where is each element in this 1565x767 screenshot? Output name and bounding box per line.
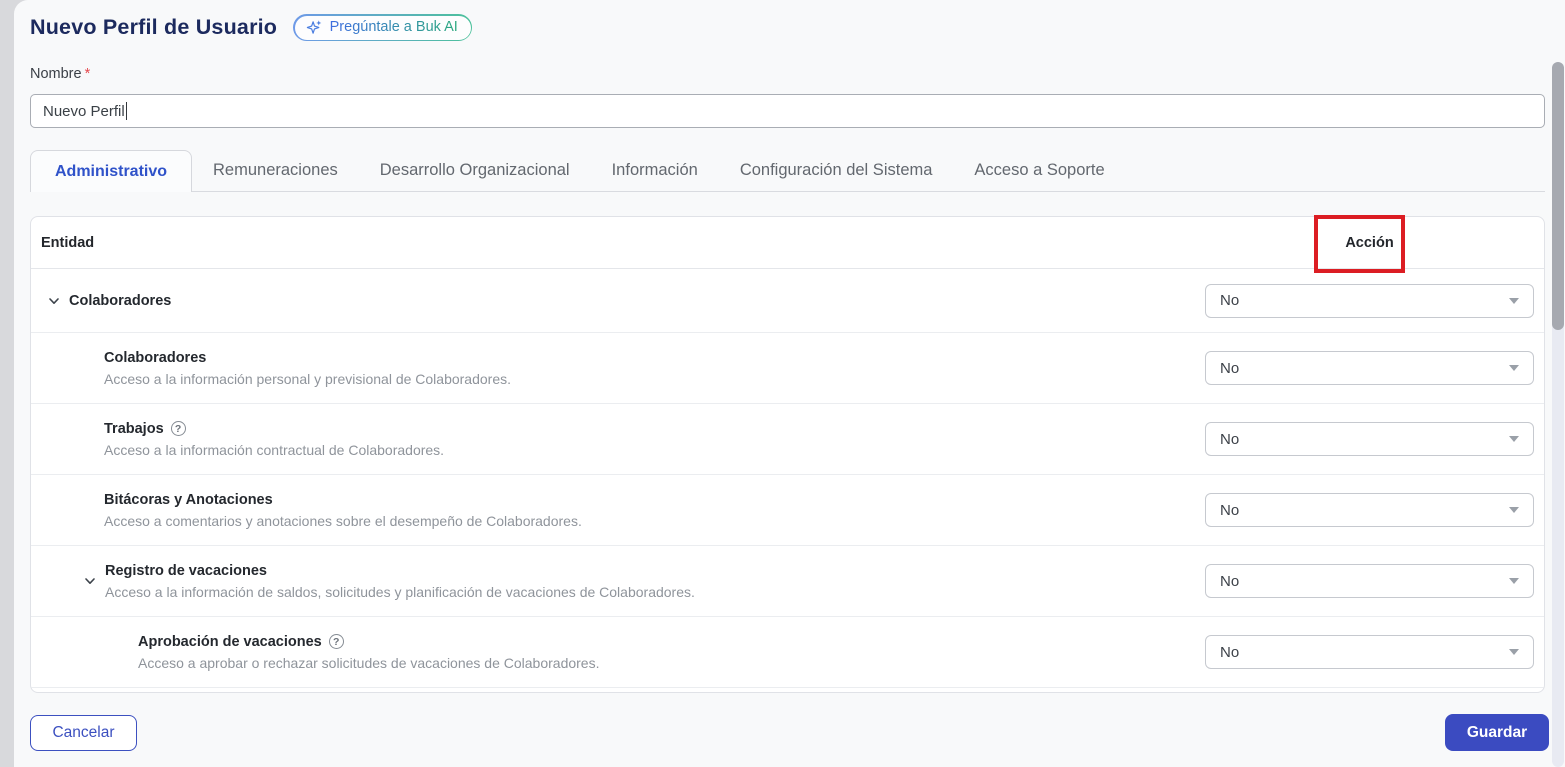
save-button[interactable]: Guardar [1445, 714, 1549, 751]
ask-buk-ai-label: Pregúntale a Buk AI [329, 19, 458, 35]
chevron-down-icon[interactable] [47, 294, 61, 308]
tab-informacion[interactable]: Información [591, 150, 719, 191]
action-select[interactable]: No [1205, 493, 1534, 527]
row-title[interactable]: Registro de vacaciones [105, 563, 695, 579]
caret-down-icon [1509, 297, 1519, 304]
row-title: Trabajos [104, 420, 164, 437]
action-select-value: No [1220, 430, 1240, 448]
action-select[interactable]: No [1205, 351, 1534, 385]
action-select[interactable]: No [1205, 564, 1534, 598]
row-description: Acceso a comentarios y anotaciones sobre… [104, 512, 582, 529]
row-description: Acceso a la información contractual de C… [104, 441, 445, 458]
chevron-down-icon[interactable] [83, 574, 97, 588]
row-title[interactable]: Colaboradores [69, 293, 171, 309]
action-select-value: No [1220, 572, 1240, 590]
text-cursor [125, 102, 128, 120]
row-description: Acceso a la información personal y previ… [104, 370, 511, 387]
row-title: Bitácoras y Anotaciones [104, 491, 273, 508]
scrollbar-thumb[interactable] [1552, 62, 1564, 330]
sparkle-icon [306, 19, 323, 36]
action-column-header: Acción [1345, 234, 1394, 251]
required-asterisk: * [84, 66, 91, 82]
caret-down-icon [1509, 507, 1519, 513]
action-select[interactable]: No [1205, 422, 1534, 456]
main-panel: Nuevo Perfil de Usuario Pregúntale a Buk… [14, 0, 1565, 767]
caret-down-icon [1509, 578, 1519, 584]
action-select[interactable]: No [1205, 635, 1534, 669]
action-select[interactable]: No [1205, 283, 1534, 318]
table-row: Aprobación de vacaciones ? Acceso a apro… [31, 617, 1544, 688]
name-input[interactable]: Nuevo Perfil [30, 94, 1545, 128]
tab-configuracion-del-sistema[interactable]: Configuración del Sistema [719, 150, 954, 191]
page-header: Nuevo Perfil de Usuario Pregúntale a Buk… [30, 14, 473, 41]
cancel-button[interactable]: Cancelar [30, 715, 137, 751]
tab-desarrollo-organizacional[interactable]: Desarrollo Organizacional [359, 150, 591, 191]
action-select-value: No [1220, 292, 1240, 309]
action-select-value: No [1220, 643, 1240, 661]
caret-down-icon [1509, 365, 1519, 371]
table-row: Trabajos ? Acceso a la información contr… [31, 404, 1544, 475]
table-row: Bitácoras y Anotaciones Acceso a comenta… [31, 475, 1544, 546]
table-row: Colaboradores No [31, 269, 1544, 333]
caret-down-icon [1509, 436, 1519, 442]
tab-remuneraciones[interactable]: Remuneraciones [192, 150, 359, 191]
caret-down-icon [1509, 649, 1519, 655]
row-description: Acceso a la información de saldos, solic… [105, 583, 695, 600]
table-row: Registro de vacaciones Acceso a la infor… [31, 546, 1544, 617]
help-icon[interactable]: ? [328, 634, 344, 649]
page-title: Nuevo Perfil de Usuario [30, 15, 278, 39]
help-icon[interactable]: ? [170, 421, 186, 436]
ask-buk-ai-button[interactable]: Pregúntale a Buk AI [293, 14, 473, 41]
action-select-value: No [1220, 501, 1240, 519]
row-title: Colaboradores [104, 349, 207, 366]
action-select-value: No [1220, 359, 1240, 377]
table-header: Entidad Acción [31, 217, 1544, 269]
permissions-table: Entidad Acción Colaboradores No Colabora… [30, 216, 1545, 693]
tab-bar: Administrativo Remuneraciones Desarrollo… [30, 150, 1545, 192]
name-input-value: Nuevo Perfil [43, 102, 125, 120]
tab-acceso-a-soporte[interactable]: Acceso a Soporte [953, 150, 1125, 191]
row-description: Acceso a aprobar o rechazar solicitudes … [138, 654, 600, 671]
tab-administrativo[interactable]: Administrativo [30, 150, 193, 192]
name-label: Nombre * [30, 66, 91, 82]
entity-column-header: Entidad [41, 234, 95, 251]
row-title: Aprobación de vacaciones [138, 633, 322, 650]
table-row: Colaboradores Acceso a la información pe… [31, 333, 1544, 404]
